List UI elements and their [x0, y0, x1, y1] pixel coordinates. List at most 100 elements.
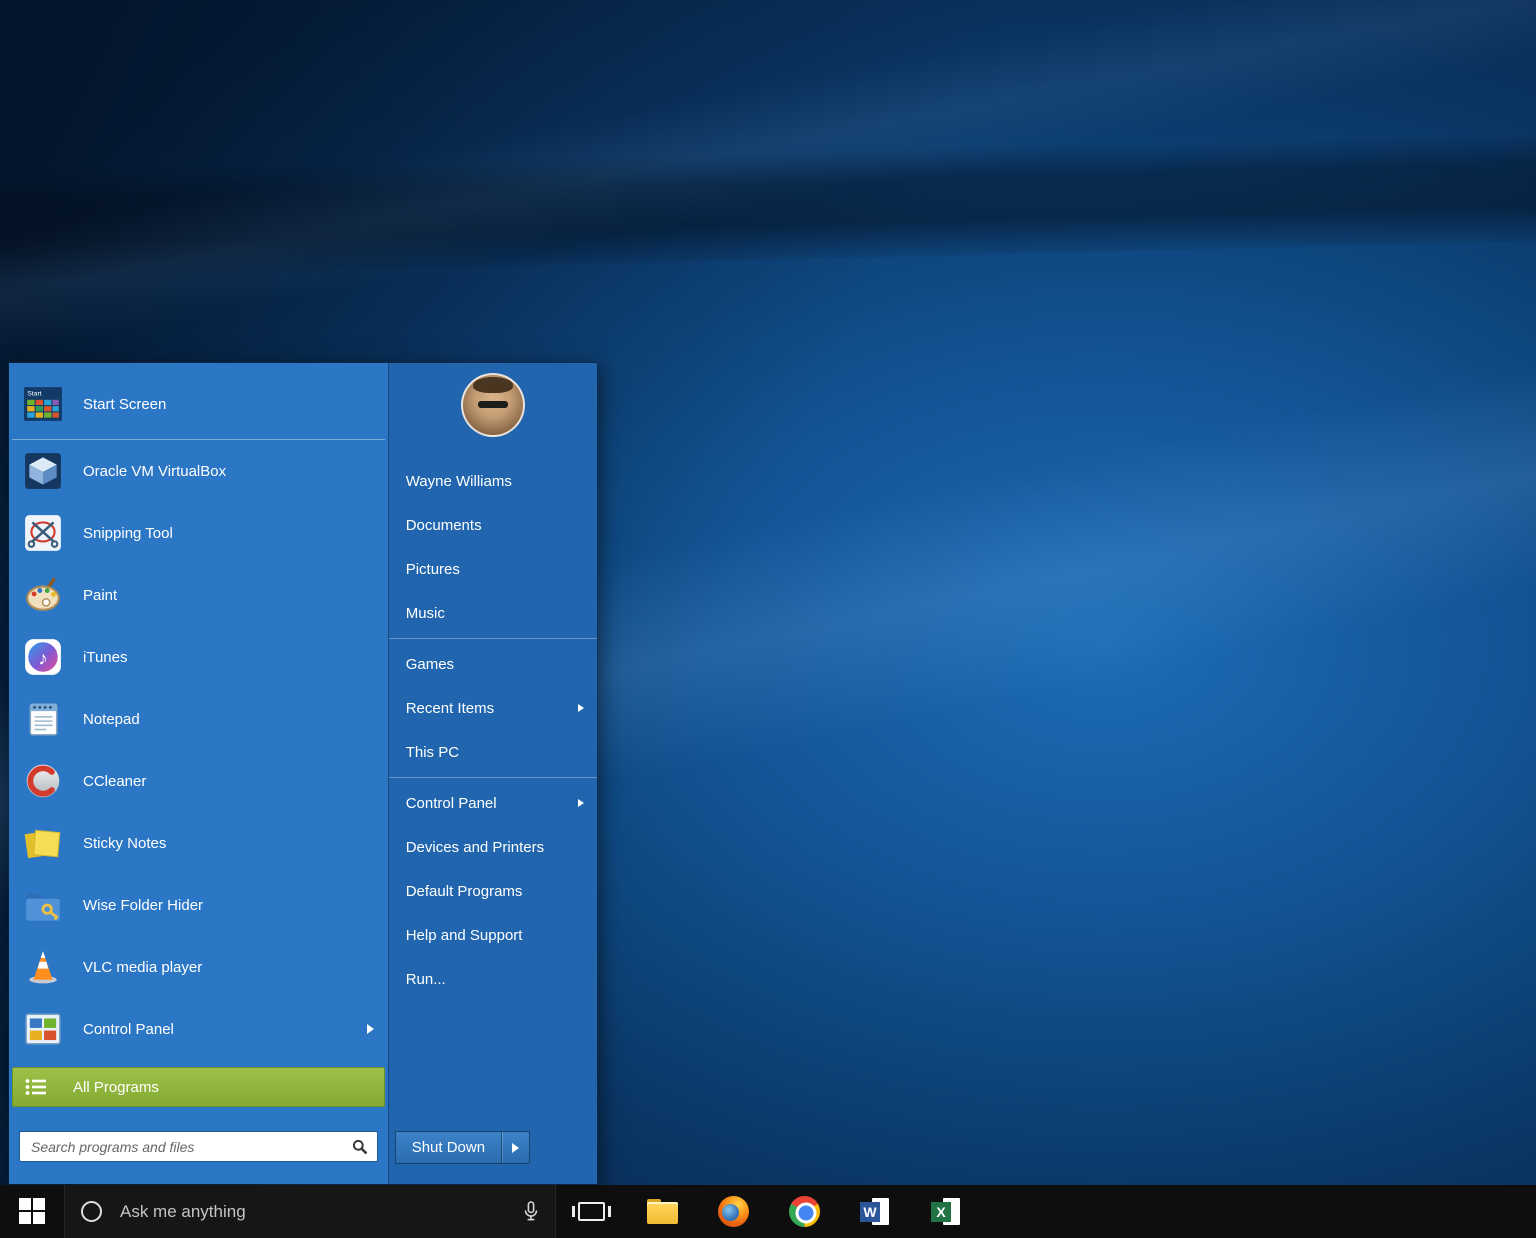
menu-item-label: Control Panel	[83, 1021, 367, 1038]
cortana-search-box[interactable]	[64, 1185, 556, 1238]
menu-item-label: Music	[406, 605, 445, 622]
menu-item-label: Recent Items	[406, 700, 494, 717]
menu-item-label: CCleaner	[83, 773, 374, 790]
menu-item-virtualbox[interactable]: Oracle VM VirtualBox	[9, 440, 388, 502]
menu-item-control-panel[interactable]: Control Panel	[9, 998, 388, 1060]
task-view-icon	[578, 1202, 605, 1221]
vlc-icon	[23, 947, 63, 987]
shut-down-button[interactable]: Shut Down	[396, 1132, 501, 1163]
search-icon[interactable]	[352, 1139, 368, 1155]
virtualbox-icon	[23, 451, 63, 491]
start-menu-right-panel: Wayne Williams Documents Pictures Music …	[388, 363, 597, 1184]
ccleaner-icon	[23, 761, 63, 801]
itunes-icon: ♪	[23, 637, 63, 677]
menu-item-label: Start Screen	[83, 396, 374, 413]
user-name-label: Wayne Williams	[406, 473, 512, 490]
menu-item-label: Wise Folder Hider	[83, 897, 374, 914]
all-programs-button[interactable]: All Programs	[12, 1067, 385, 1107]
start-screen-icon: Start	[23, 384, 63, 424]
menu-item-sticky-notes[interactable]: Sticky Notes	[9, 812, 388, 874]
menu-item-label: Notepad	[83, 711, 374, 728]
file-explorer-icon	[647, 1199, 678, 1224]
menu-item-user-name[interactable]: Wayne Williams	[389, 459, 597, 503]
excel-icon: X	[931, 1196, 962, 1227]
menu-item-label: Snipping Tool	[83, 525, 374, 542]
taskbar: W X	[0, 1185, 1536, 1238]
menu-item-paint[interactable]: Paint	[9, 564, 388, 626]
submenu-arrow-icon	[367, 1024, 374, 1034]
menu-item-label: Documents	[406, 517, 482, 534]
pinned-programs-list: Start Start Screen	[9, 369, 388, 1060]
menu-item-music[interactable]: Music	[389, 591, 597, 635]
menu-item-wise-folder-hider[interactable]: Wise Folder Hider	[9, 874, 388, 936]
menu-item-label: Pictures	[406, 561, 460, 578]
menu-item-label: Control Panel	[406, 795, 497, 812]
submenu-arrow-icon	[512, 1143, 519, 1153]
menu-item-label: iTunes	[83, 649, 374, 666]
cortana-icon	[81, 1201, 102, 1222]
start-menu-left-panel: Start Start Screen	[9, 363, 388, 1184]
menu-item-pictures[interactable]: Pictures	[389, 547, 597, 591]
menu-item-label: Run...	[406, 971, 446, 988]
paint-icon	[23, 575, 63, 615]
menu-item-start-screen[interactable]: Start Start Screen	[9, 369, 388, 439]
desktop: Start Start Screen	[0, 0, 1536, 1238]
start-menu-search-input[interactable]	[29, 1138, 352, 1156]
user-avatar[interactable]	[461, 373, 525, 437]
menu-item-itunes[interactable]: ♪ iTunes	[9, 626, 388, 688]
windows-logo-icon	[19, 1198, 46, 1225]
notepad-icon	[23, 699, 63, 739]
menu-item-documents[interactable]: Documents	[389, 503, 597, 547]
menu-item-snipping-tool[interactable]: Snipping Tool	[9, 502, 388, 564]
sticky-notes-icon	[23, 823, 63, 863]
menu-item-notepad[interactable]: Notepad	[9, 688, 388, 750]
chrome-icon	[789, 1196, 820, 1227]
menu-item-label: Paint	[83, 587, 374, 604]
shut-down-options-button[interactable]	[502, 1132, 529, 1163]
menu-item-control-panel-right[interactable]: Control Panel	[389, 781, 597, 825]
menu-item-default-programs[interactable]: Default Programs	[389, 869, 597, 913]
menu-item-devices-and-printers[interactable]: Devices and Printers	[389, 825, 597, 869]
shut-down-label: Shut Down	[412, 1139, 485, 1156]
start-button[interactable]	[0, 1185, 64, 1238]
menu-item-ccleaner[interactable]: CCleaner	[9, 750, 388, 812]
menu-item-label: Devices and Printers	[406, 839, 544, 856]
user-avatar-wrap	[389, 363, 597, 459]
list-icon	[25, 1077, 49, 1097]
menu-item-label: Default Programs	[406, 883, 523, 900]
wise-folder-hider-icon	[23, 885, 63, 925]
file-explorer-button[interactable]	[627, 1185, 698, 1238]
separator	[389, 638, 597, 639]
menu-item-label: VLC media player	[83, 959, 374, 976]
chrome-button[interactable]	[769, 1185, 840, 1238]
menu-item-label: This PC	[406, 744, 459, 761]
menu-item-vlc[interactable]: VLC media player	[9, 936, 388, 998]
menu-item-label: Help and Support	[406, 927, 523, 944]
shut-down-button-group: Shut Down	[395, 1131, 530, 1164]
start-menu-search-box[interactable]	[19, 1131, 378, 1162]
submenu-arrow-icon	[578, 704, 584, 712]
menu-item-help-and-support[interactable]: Help and Support	[389, 913, 597, 957]
word-button[interactable]: W	[840, 1185, 911, 1238]
menu-item-this-pc[interactable]: This PC	[389, 730, 597, 774]
submenu-arrow-icon	[578, 799, 584, 807]
task-view-button[interactable]	[556, 1185, 627, 1238]
svg-text:♪: ♪	[38, 648, 47, 669]
word-icon: W	[860, 1196, 891, 1227]
menu-item-run[interactable]: Run...	[389, 957, 597, 1001]
cortana-search-input[interactable]	[118, 1201, 507, 1223]
control-panel-icon	[23, 1009, 63, 1049]
menu-item-games[interactable]: Games	[389, 642, 597, 686]
svg-text:Start: Start	[27, 391, 42, 398]
all-programs-label: All Programs	[73, 1079, 159, 1096]
menu-item-label: Oracle VM VirtualBox	[83, 463, 374, 480]
firefox-button[interactable]	[698, 1185, 769, 1238]
firefox-icon	[718, 1196, 749, 1227]
microphone-icon[interactable]	[523, 1201, 539, 1222]
excel-button[interactable]: X	[911, 1185, 982, 1238]
separator	[389, 777, 597, 778]
menu-item-recent-items[interactable]: Recent Items	[389, 686, 597, 730]
menu-item-label: Games	[406, 656, 454, 673]
start-menu: Start Start Screen	[8, 362, 598, 1185]
snipping-tool-icon	[23, 513, 63, 553]
